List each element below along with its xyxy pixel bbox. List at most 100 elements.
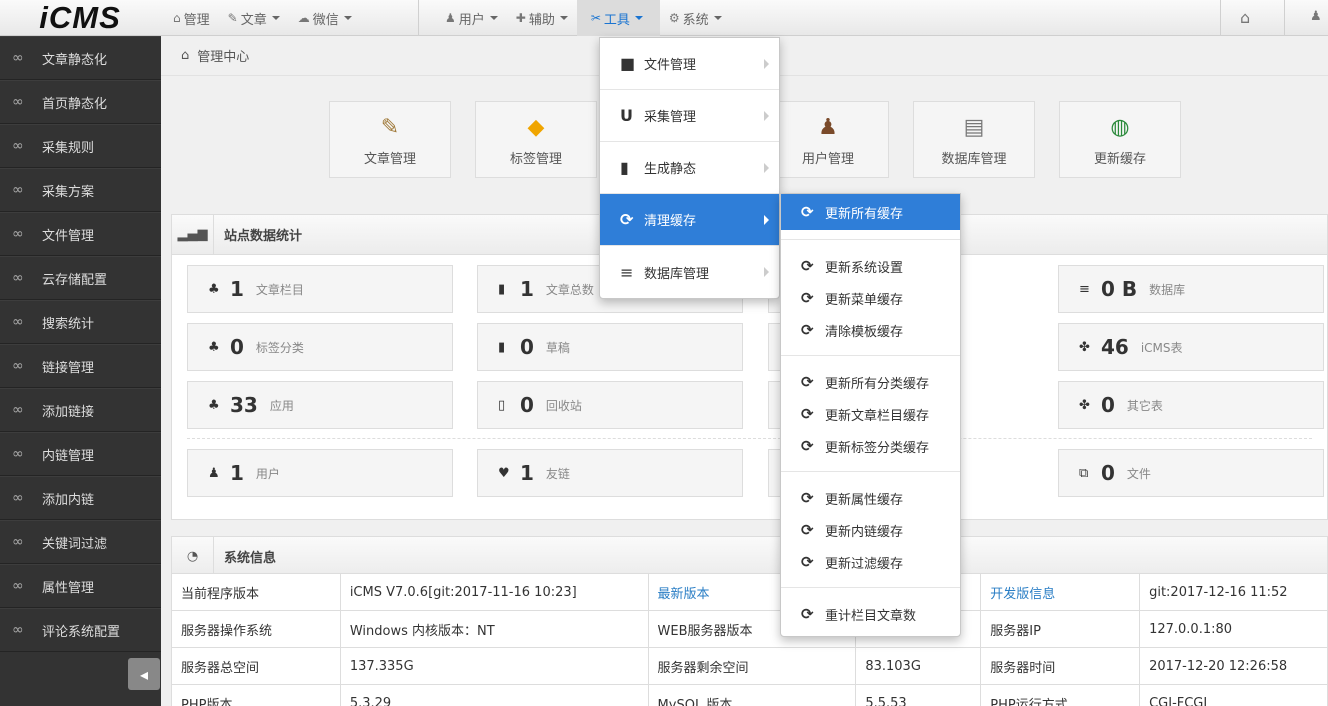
user-icon[interactable]: ♟ [1310,9,1322,24]
submenu-item[interactable]: ⟳ 更新标签分类缓存 [781,430,960,462]
nav-divider [418,0,419,36]
stat-card: ♣ 33 应用 [187,381,453,429]
nav-user[interactable]: ♟ 用户 [436,0,507,36]
sidebar-item[interactable]: ∞ 内链管理 [0,432,161,476]
submenu-item[interactable]: ⟳ 更新过滤缓存 [781,546,960,578]
refresh-icon: ⟳ [801,553,814,571]
sitemap-icon: ♣ [208,281,220,297]
tools-icon: ✂ [590,11,601,25]
sidebar-item[interactable]: ∞ 文章静态化 [0,36,161,80]
table-row: 当前程序版本 iCMS V7.0.6[git:2017-11-16 10:23] 最… [171,573,1328,611]
files-icon: ⧉ [1079,465,1089,481]
refresh-icon: ⟳ [801,257,814,275]
caret-down-icon [559,16,568,20]
link-icon: ∞ [12,490,24,506]
sidebar-item[interactable]: ∞ 属性管理 [0,564,161,608]
users-icon: ♟ [818,114,838,140]
sidebar-item[interactable]: ∞ 添加内链 [0,476,161,520]
caret-down-icon [343,16,352,20]
nav-manage[interactable]: ⌂ 管理 [164,0,219,36]
nav-wechat[interactable]: ☁ 微信 [289,0,361,36]
submenu-item[interactable]: ⟳ 更新属性缓存 [781,482,960,514]
sidebar-item[interactable]: ∞ 云存储配置 [0,256,161,300]
shortcut-database[interactable]: ▤ 数据库管理 [913,101,1035,178]
sidebar-collapse-button[interactable]: ◂ [128,658,160,690]
stat-card: ▯ 0 回收站 [477,381,743,429]
edit-icon: ✎ [227,11,238,25]
folder-icon: ■ [620,54,636,73]
refresh-icon: ⟳ [801,489,814,507]
tools-dropdown-menu: ■ 文件管理 U 采集管理 ▮ 生成静态 ⟳ 清理缓存 ≡ 数据库管理 [599,37,780,299]
submenu-item-update-all-cache[interactable]: ⟳ 更新所有缓存 [781,194,960,230]
refresh-icon: ⟳ [801,289,814,307]
divider [187,438,1312,439]
link-icon: ∞ [12,314,24,330]
sidebar-item[interactable]: ∞ 采集规则 [0,124,161,168]
submenu-item[interactable]: ⟳ 更新菜单缓存 [781,282,960,314]
logo[interactable]: iCMS [0,0,160,36]
stat-card: ♟ 1 用户 [187,449,453,497]
nav-article[interactable]: ✎ 文章 [219,0,289,36]
menu-item-clear-cache[interactable]: ⟳ 清理缓存 [600,194,779,246]
signal-icon: ▂▄▆ [172,214,214,255]
nav-system[interactable]: ⚙ 系统 [660,0,731,36]
nav-assist[interactable]: ✚ 辅助 [507,0,577,36]
submenu-item[interactable]: ⟳ 更新内链缓存 [781,514,960,546]
top-nav-left: ⌂ 管理 ✎ 文章 ☁ 微信 [164,0,361,36]
link-icon: ∞ [12,270,24,286]
sidebar-item[interactable]: ∞ 链接管理 [0,344,161,388]
stat-card: ⧉ 0 文件 [1058,449,1324,497]
sidebar-item[interactable]: ∞ 添加链接 [0,388,161,432]
database-icon: ≡ [1079,281,1090,297]
user-icon: ♟ [208,465,220,481]
shortcut-tag[interactable]: ◆ 标签管理 [475,101,597,178]
caret-right-icon [764,214,769,225]
tag-icon: ◆ [527,114,545,140]
table-row: PHP版本 5.3.29 MySQL 版本 5.5.53 PHP运行方式 CGI-FCGI [171,684,1328,706]
table-row: 服务器操作系统 Windows 内核版本：NT WEB服务器版本 服务器IP 127.0… [171,610,1328,648]
divider [781,471,960,472]
shortcut-article[interactable]: ✎ 文章管理 [329,101,451,178]
refresh-icon: ⟳ [801,437,814,455]
caret-right-icon [764,58,769,69]
file-icon: ▮ [498,339,506,355]
puzzle-icon: ✤ [1079,397,1090,413]
sidebar-item[interactable]: ∞ 关键词过滤 [0,520,161,564]
divider [781,355,960,356]
refresh-icon: ⟳ [801,203,814,221]
refresh-icon: ⟳ [801,321,814,339]
file-icon: ▮ [498,281,506,297]
caret-right-icon [764,162,769,173]
link-icon: ∞ [12,138,24,154]
table-row: 服务器总空间 137.335G 服务器剩余空间 83.103G 服务器时间 2017-12… [171,647,1328,685]
cache-submenu: ⟳ 更新所有缓存 ⟳ 更新系统设置 ⟳ 更新菜单缓存 ⟳ 清除模板缓存 ⟳ 更新所有分类缓… [780,193,961,637]
nav-divider [1284,0,1285,36]
wrench-icon: ✚ [515,11,526,25]
stat-card: ✤ 0 其它表 [1058,381,1324,429]
sitemap-icon: ♣ [208,339,220,355]
sidebar-item[interactable]: ∞ 文件管理 [0,212,161,256]
sidebar-item[interactable]: ∞ 首页静态化 [0,80,161,124]
shortcut-cache[interactable]: ◍ 更新缓存 [1059,101,1181,178]
menu-item-database-manage[interactable]: ≡ 数据库管理 [600,246,779,298]
home-icon: ⌂ [173,11,181,25]
globe-icon: ◍ [1110,114,1130,140]
home-icon[interactable]: ⌂ [1240,8,1250,27]
caret-down-icon [634,16,643,20]
submenu-item[interactable]: ⟳ 更新系统设置 [781,250,960,282]
sidebar-item[interactable]: ∞ 评论系统配置 [0,608,161,652]
submenu-item[interactable]: ⟳ 重计栏目文章数 [781,598,960,630]
menu-item-collect-manage[interactable]: U 采集管理 [600,90,779,142]
divider [781,239,960,240]
submenu-item[interactable]: ⟳ 清除模板缓存 [781,314,960,346]
link-icon: ∞ [12,622,24,638]
submenu-item[interactable]: ⟳ 更新所有分类缓存 [781,366,960,398]
menu-item-generate-static[interactable]: ▮ 生成静态 [600,142,779,194]
sidebar-item[interactable]: ∞ 搜索统计 [0,300,161,344]
shortcut-user[interactable]: ♟ 用户管理 [767,101,889,178]
nav-tools[interactable]: ✂ 工具 [576,0,660,36]
submenu-item[interactable]: ⟳ 更新文章栏目缓存 [781,398,960,430]
menu-item-file-manage[interactable]: ■ 文件管理 [600,38,779,90]
link-icon: ∞ [12,446,24,462]
sidebar-item[interactable]: ∞ 采集方案 [0,168,161,212]
